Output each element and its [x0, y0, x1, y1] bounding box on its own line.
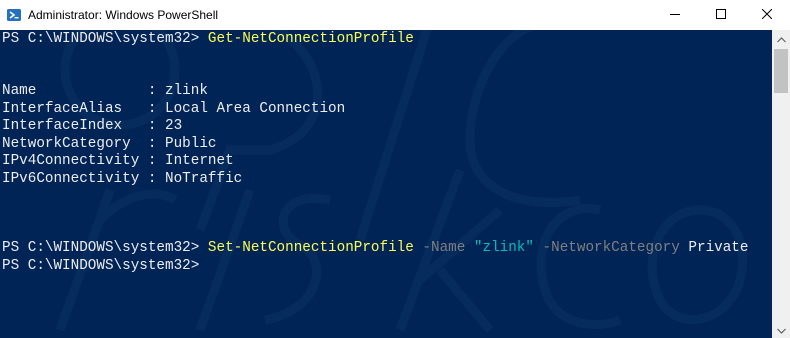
title-bar[interactable]: Administrator: Windows PowerShell [0, 0, 790, 30]
minimize-button[interactable] [652, 0, 698, 30]
console-line-get: PS C:\WINDOWS\system32> Get-NetConnectio… [2, 31, 414, 49]
powershell-icon [6, 7, 22, 23]
vertical-scrollbar[interactable] [772, 30, 790, 338]
profile-line-name: Name : zlink [2, 83, 208, 99]
scroll-thumb[interactable] [774, 49, 788, 93]
scroll-down-button[interactable] [772, 321, 790, 338]
chevron-down-icon [776, 321, 786, 338]
command-text: Get-NetConnectionProfile [207, 31, 414, 47]
profile-line-ipv6: IPv6Connectivity : NoTraffic [2, 170, 243, 187]
prompt-text: PS C:\WINDOWS\system32> [2, 257, 200, 274]
window-title: Administrator: Windows PowerShell [28, 8, 219, 22]
prompt-text: PS C:\WINDOWS\system32> [2, 240, 208, 256]
chevron-up-icon [776, 30, 786, 48]
close-button[interactable] [744, 0, 790, 30]
console-output[interactable]: PS C:\WINDOWS\system32> Get-NetConnectio… [0, 30, 772, 338]
parameter-text: -Name [413, 240, 474, 256]
scroll-up-button[interactable] [772, 30, 790, 47]
console-line-prompt[interactable]: PS C:\WINDOWS\system32> [2, 258, 199, 276]
profile-line-category: NetworkCategory : Public [2, 135, 217, 152]
prompt-text: PS C:\WINDOWS\system32> [2, 31, 208, 47]
profile-line-alias: InterfaceAlias : Local Area Connection [2, 100, 346, 117]
parameter-text: -NetworkCategory [533, 240, 689, 256]
profile-line-index: InterfaceIndex : 23 [2, 118, 183, 134]
close-icon [761, 8, 773, 22]
string-value: "zlink" [473, 240, 534, 256]
command-text: Set-NetConnectionProfile [207, 240, 414, 256]
profile-line-ipv4: IPv4Connectivity : Internet [2, 153, 234, 169]
minimize-icon [670, 8, 680, 22]
powershell-window: Administrator: Windows PowerShell PS C:\… [0, 0, 790, 338]
maximize-button[interactable] [698, 0, 744, 30]
maximize-icon [716, 8, 726, 22]
parameter-value: Private [688, 240, 749, 256]
console-line-set: PS C:\WINDOWS\system32> Set-NetConnectio… [2, 240, 748, 258]
